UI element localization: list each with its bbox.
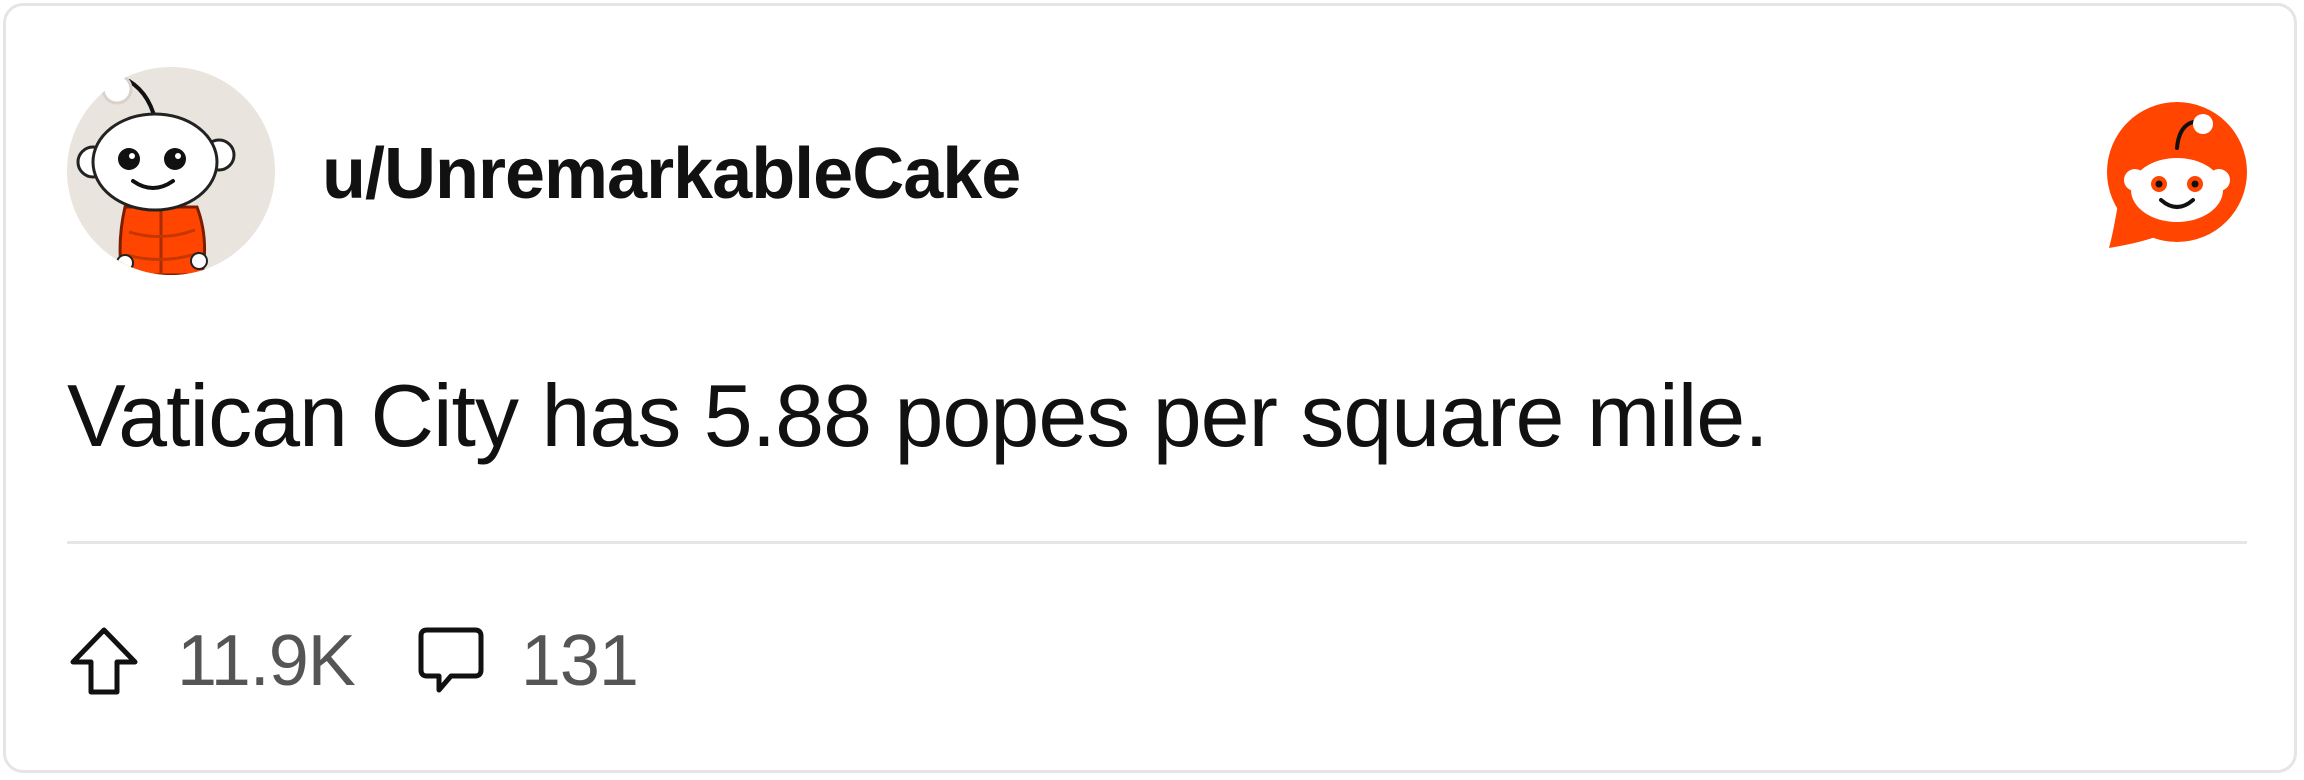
username[interactable]: u/UnremarkableCake [322, 134, 1021, 214]
upvote-arrow-icon[interactable] [67, 624, 141, 698]
comment-count: 131 [520, 621, 639, 701]
upvote-count: 11.9K [177, 621, 356, 701]
snoo-avatar-icon [76, 73, 236, 275]
post-actions: 11.9K 131 [67, 621, 639, 701]
comment-stat: 131 [417, 621, 639, 701]
upvote-stat: 11.9K [67, 621, 356, 701]
divider [67, 541, 2247, 544]
post-card: u/UnremarkableCake Vatican City has 5.88… [3, 3, 2297, 773]
comment-bubble-icon[interactable] [417, 624, 485, 698]
reddit-logo-icon [2105, 102, 2249, 250]
post-title: Vatican City has 5.88 popes per square m… [67, 366, 1769, 465]
user-avatar[interactable] [67, 67, 275, 275]
